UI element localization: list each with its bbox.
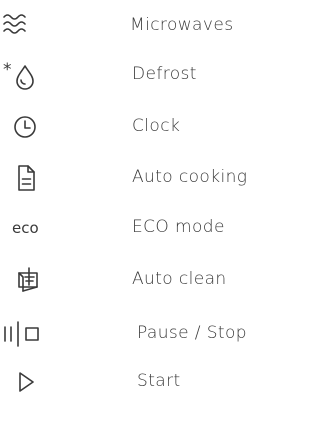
eco-text-icon: eco	[0, 207, 44, 247]
clock-label: Clock	[132, 116, 181, 136]
auto-cooking-document-icon	[0, 157, 44, 197]
legend-row-microwaves: Microwaves	[0, 5, 277, 45]
microwave-waves-icon	[0, 5, 44, 45]
defrost-star-glyph: *	[3, 60, 12, 80]
auto-clean-icon	[0, 259, 44, 299]
defrost-label: Defrost	[132, 64, 197, 84]
defrost-icon: *	[0, 54, 44, 94]
legend-row-auto-clean: Auto clean	[0, 259, 277, 299]
pause-stop-label: Pause / Stop	[137, 323, 247, 343]
legend-row-defrost: * Defrost	[0, 54, 277, 94]
legend-row-auto-cooking: Auto cooking	[0, 157, 277, 197]
play-triangle-icon	[0, 361, 44, 401]
legend-row-eco-mode: eco ECO mode	[0, 207, 277, 247]
auto-clean-label: Auto clean	[132, 269, 227, 289]
start-label: Start	[137, 371, 181, 391]
legend-row-pause-stop: Pause / Stop	[0, 313, 277, 353]
eco-glyph: eco	[12, 219, 39, 237]
auto-cooking-label: Auto cooking	[132, 167, 248, 187]
legend-row-clock: Clock	[0, 106, 277, 146]
legend-row-start: Start	[0, 361, 277, 401]
microwaves-label: Microwaves	[130, 15, 234, 35]
control-legend: Microwaves * Defrost Clock Auto cooking …	[0, 0, 277, 422]
eco-mode-label: ECO mode	[132, 217, 225, 237]
clock-icon	[0, 106, 44, 146]
pause-stop-icon	[0, 313, 44, 353]
